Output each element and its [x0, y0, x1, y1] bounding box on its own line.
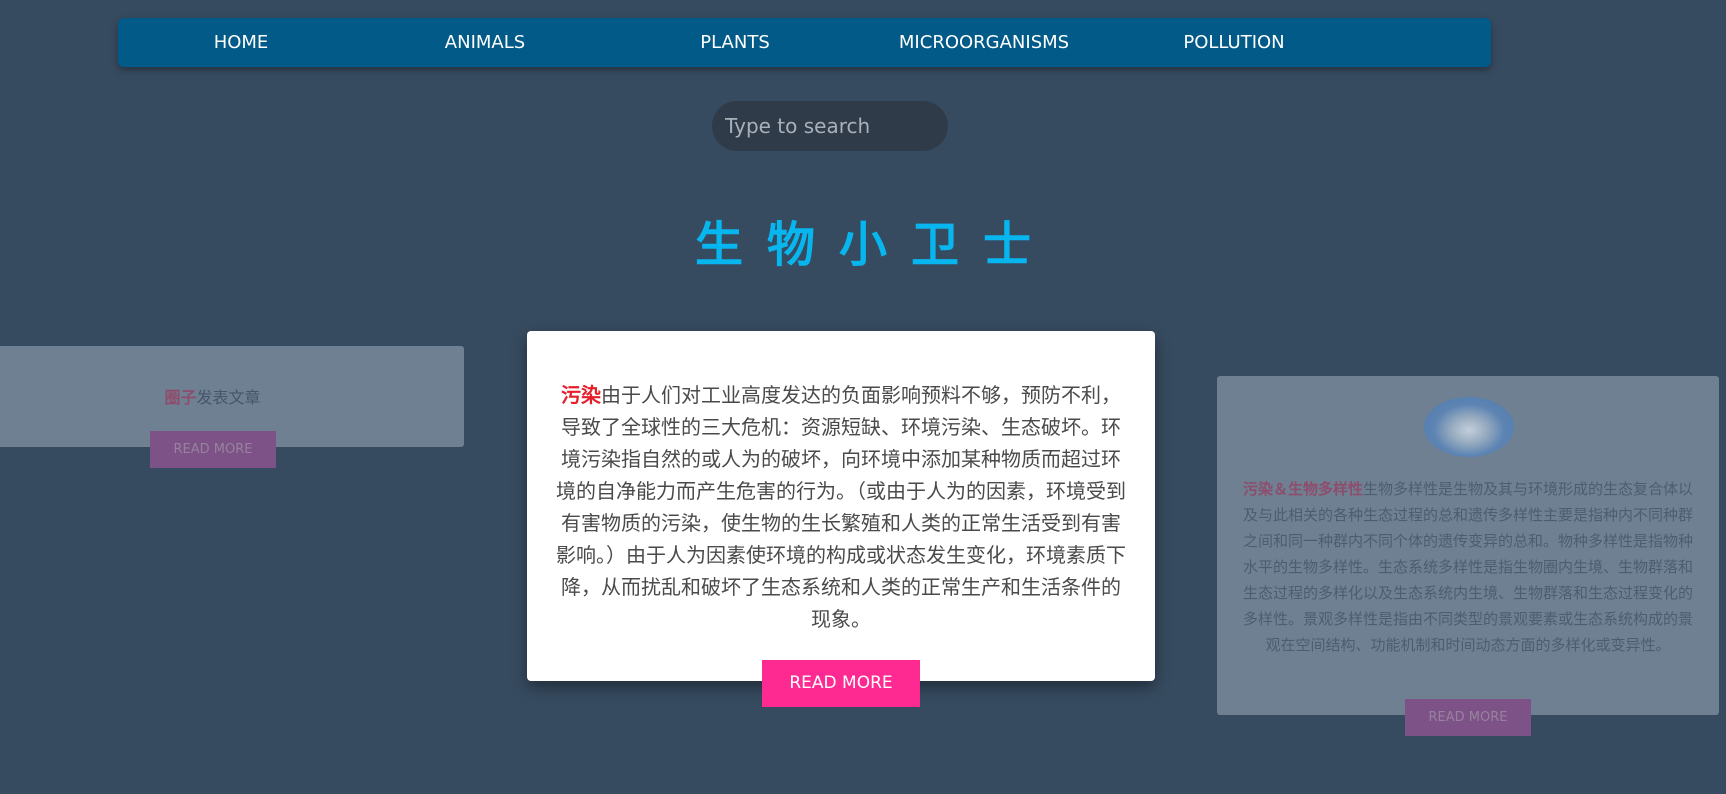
- card-center-text: 污染由于人们对工业高度发达的负面影响预料不够，预防不利，导致了全球性的三大危机：…: [553, 379, 1129, 635]
- card-right-read-more-button[interactable]: READ MORE: [1405, 699, 1531, 736]
- article-card-center: 污染由于人们对工业高度发达的负面影响预料不够，预防不利，导致了全球性的三大危机：…: [527, 331, 1155, 681]
- card-center-read-more-button[interactable]: READ MORE: [762, 660, 920, 707]
- card-left-read-more-button[interactable]: READ MORE: [150, 431, 276, 468]
- card-center-highlight: 污染: [561, 383, 601, 407]
- nav-item-pollution[interactable]: POLLUTION: [1169, 18, 1299, 67]
- nav-item-home[interactable]: HOME: [195, 18, 287, 67]
- main-nav: HOME ANIMALS PLANTS MICROORGANISMS POLLU…: [118, 18, 1491, 67]
- card-right-thumbnail-image: [1424, 397, 1514, 457]
- card-left-highlight: 圈子: [164, 388, 197, 407]
- page-title: 生物小卫士: [694, 217, 1055, 273]
- article-card-right: 污染＆生物多样性生物多样性是生物及其与环境形成的生态复合体以及与此相关的各种生态…: [1217, 376, 1719, 715]
- card-right-highlight: 污染＆生物多样性: [1242, 480, 1363, 498]
- nav-item-microorganisms[interactable]: MICROORGANISMS: [894, 18, 1074, 67]
- nav-item-plants[interactable]: PLANTS: [670, 18, 800, 67]
- card-right-body: 生物多样性是生物及其与环境形成的生态复合体以及与此相关的各种生态过程的总和遗传多…: [1242, 480, 1694, 654]
- nav-item-animals[interactable]: ANIMALS: [420, 18, 550, 67]
- search-input[interactable]: [712, 101, 948, 151]
- card-left-body: 发表文章: [196, 388, 261, 407]
- card-right-text: 污染＆生物多样性生物多样性是生物及其与环境形成的生态复合体以及与此相关的各种生态…: [1238, 476, 1698, 658]
- card-center-body: 由于人们对工业高度发达的负面影响预料不够，预防不利，导致了全球性的三大危机：资源…: [556, 383, 1126, 631]
- card-left-text: 圈子发表文章: [0, 384, 425, 408]
